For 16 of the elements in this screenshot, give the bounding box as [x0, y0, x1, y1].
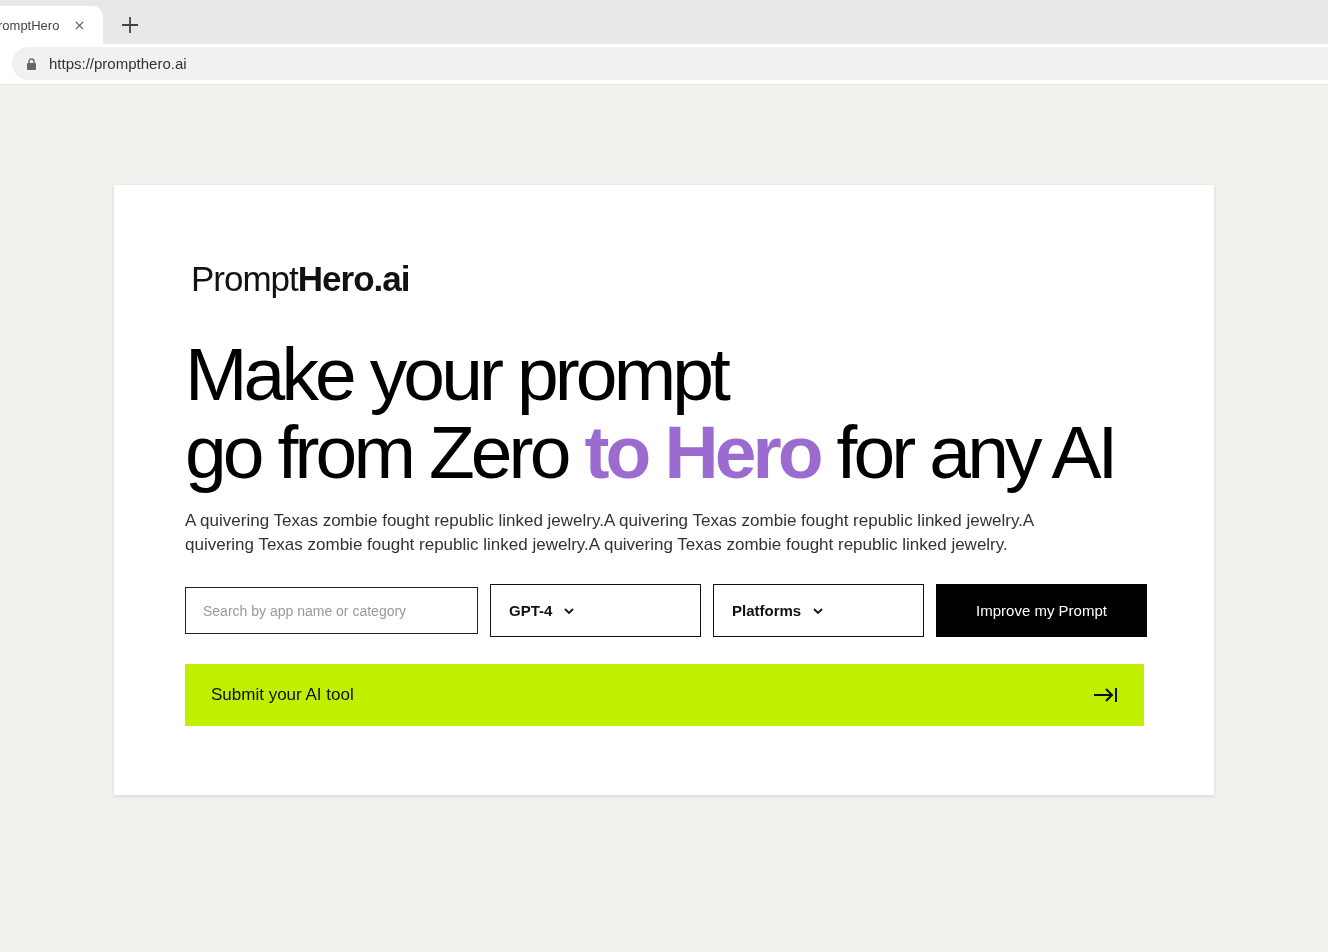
search-field[interactable]: Search by app name or category	[185, 587, 478, 634]
lock-icon	[27, 57, 36, 70]
headline: Make your prompt go from Zero to Hero for any AI	[185, 335, 1115, 491]
arrow-to-bar-icon	[1093, 687, 1117, 703]
plus-icon[interactable]	[122, 17, 138, 33]
logo[interactable]: PromptHero.ai	[191, 259, 410, 299]
submit-tool-button[interactable]: Submit your AI tool	[185, 664, 1144, 726]
dropdown[interactable]: GPT-4	[490, 584, 701, 637]
description-text: A quivering Texas zombie fought republic linked jewelry.A quivering Texas zombie fought republic linked jewelry.A quivering Texas zombie fought republic linked jewelry.A quivering Texas zombie fought republic linked jewelry.	[185, 510, 1035, 556]
close-icon[interactable]	[75, 20, 85, 30]
url-text: https://prompthero.ai	[49, 55, 187, 72]
address-bar[interactable]: https://prompthero.ai	[12, 47, 1328, 80]
chevron-down-icon	[564, 607, 575, 614]
improve-prompt-button[interactable]: Improve my Prompt	[936, 584, 1147, 637]
chevron-down-icon	[813, 607, 824, 614]
dropdown[interactable]: Platforms	[713, 584, 924, 637]
